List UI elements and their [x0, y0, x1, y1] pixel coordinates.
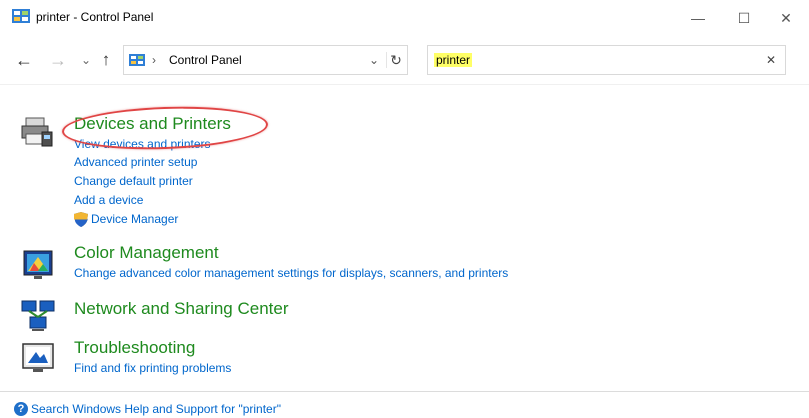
close-button[interactable]: ✕: [763, 0, 809, 36]
search-windows-help-link[interactable]: Search Windows Help and Support for "pri…: [31, 402, 281, 416]
change-color-management-settings-link[interactable]: Change advanced color management setting…: [74, 266, 508, 280]
color-management-icon: [23, 250, 53, 279]
search-box[interactable]: printer ✕: [427, 45, 786, 75]
search-input[interactable]: printer: [434, 53, 473, 67]
control-panel-icon: [129, 54, 145, 66]
breadcrumb-control-panel[interactable]: Control Panel: [169, 53, 242, 67]
printer-icon: [21, 117, 53, 147]
forward-button[interactable]: →: [48, 50, 68, 70]
address-dropdown-button[interactable]: ⌄: [366, 52, 382, 68]
troubleshooting-icon: [22, 343, 54, 372]
device-manager-link[interactable]: Device Manager: [91, 212, 178, 226]
highlight-annotation: [61, 103, 269, 153]
maximize-button[interactable]: ☐: [721, 0, 767, 36]
divider: [0, 391, 809, 392]
clear-search-button[interactable]: ✕: [763, 52, 779, 68]
color-management-link[interactable]: Color Management: [74, 243, 219, 263]
add-a-device-link[interactable]: Add a device: [74, 193, 143, 207]
network-and-sharing-center-link[interactable]: Network and Sharing Center: [74, 299, 289, 319]
refresh-button[interactable]: ↻: [386, 52, 405, 68]
change-default-printer-link[interactable]: Change default printer: [74, 174, 193, 188]
back-button[interactable]: ←: [14, 50, 34, 70]
up-button[interactable]: ↑: [96, 50, 116, 70]
shield-icon: [74, 212, 88, 227]
window-title: printer - Control Panel: [36, 10, 154, 24]
breadcrumb-separator: ›: [152, 53, 156, 67]
help-icon: ?: [14, 402, 28, 416]
title-bar: printer - Control Panel — ☐ ✕: [0, 0, 809, 36]
network-icon: [21, 300, 55, 331]
troubleshooting-link[interactable]: Troubleshooting: [74, 338, 195, 358]
advanced-printer-setup-link[interactable]: Advanced printer setup: [74, 155, 197, 169]
minimize-button[interactable]: —: [675, 0, 721, 36]
recent-locations-button[interactable]: ⌄: [76, 50, 96, 70]
address-bar[interactable]: › Control Panel ⌄ ↻: [123, 45, 408, 75]
control-panel-icon: [12, 9, 30, 23]
find-and-fix-printing-problems-link[interactable]: Find and fix printing problems: [74, 361, 231, 375]
divider: [0, 84, 809, 85]
